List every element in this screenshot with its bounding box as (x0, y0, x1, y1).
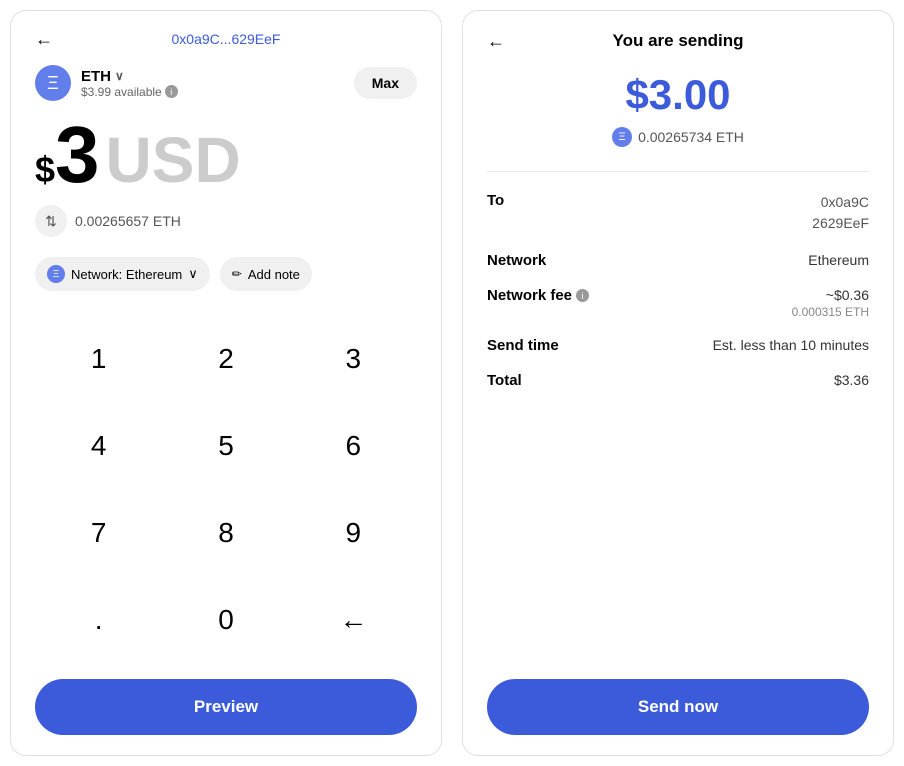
send-time-label: Send time (487, 337, 559, 354)
to-row: To 0x0a9C 2629EeF (487, 192, 869, 234)
add-note-button[interactable]: ✏ Add note (220, 257, 312, 291)
network-detail-value: Ethereum (808, 252, 869, 268)
total-label: Total (487, 372, 522, 389)
fee-label: Network fee (487, 287, 572, 304)
right-title: You are sending (613, 31, 744, 51)
amount-display: $ 3 USD (35, 115, 417, 195)
numpad-5[interactable]: 5 (162, 402, 289, 489)
numpad-9[interactable]: 9 (290, 489, 417, 576)
to-address-line2: 2629EeF (812, 213, 869, 234)
pencil-icon: ✏ (232, 267, 242, 281)
numpad-0[interactable]: 0 (162, 576, 289, 663)
sending-amount: $3.00 (487, 71, 869, 119)
token-name-label: ETH (81, 68, 111, 85)
amount-number: 3 (55, 115, 100, 195)
token-chevron-icon: ∨ (115, 69, 124, 83)
numpad: 1 2 3 4 5 6 7 8 9 . 0 ← (35, 315, 417, 663)
preview-button[interactable]: Preview (35, 679, 417, 735)
fee-row: Network fee i ~$0.36 0.000315 ETH (487, 287, 869, 319)
network-chevron-icon: ∨ (188, 266, 198, 282)
send-time-row: Send time Est. less than 10 minutes (487, 337, 869, 354)
options-row: Ξ Network: Ethereum ∨ ✏ Add note (35, 257, 417, 291)
network-detail-label: Network (487, 252, 546, 269)
divider (487, 171, 869, 172)
sending-usd: $3.00 (487, 71, 869, 119)
add-note-label: Add note (248, 267, 300, 282)
numpad-1[interactable]: 1 (35, 315, 162, 402)
numpad-backspace[interactable]: ← (290, 576, 417, 663)
fee-info-icon[interactable]: i (576, 289, 589, 302)
sending-eth-text: 0.00265734 ETH (638, 129, 744, 145)
numpad-6[interactable]: 6 (290, 402, 417, 489)
max-button[interactable]: Max (354, 67, 417, 99)
token-row: Ξ ETH ∨ $3.99 available i Max (35, 65, 417, 101)
fee-usd: ~$0.36 (792, 287, 869, 303)
total-row: Total $3.36 (487, 372, 869, 389)
network-row: Network Ethereum (487, 252, 869, 269)
numpad-7[interactable]: 7 (35, 489, 162, 576)
network-icon: Ξ (47, 265, 65, 283)
sending-eth-row: Ξ 0.00265734 ETH (487, 127, 869, 147)
numpad-2[interactable]: 2 (162, 315, 289, 402)
numpad-8[interactable]: 8 (162, 489, 289, 576)
dollar-sign: $ (35, 149, 55, 191)
to-address-line1: 0x0a9C (812, 192, 869, 213)
right-back-button[interactable]: ← (487, 31, 505, 52)
balance-info-icon[interactable]: i (165, 85, 178, 98)
currency-label: USD (106, 128, 241, 192)
to-address: 0x0a9C 2629EeF (812, 192, 869, 234)
left-back-button[interactable]: ← (35, 29, 53, 50)
send-now-button[interactable]: Send now (487, 679, 869, 735)
send-time-value: Est. less than 10 minutes (713, 337, 869, 353)
numpad-4[interactable]: 4 (35, 402, 162, 489)
left-header: ← 0x0a9C...629EeF (35, 31, 417, 47)
fee-eth: 0.000315 ETH (792, 305, 869, 319)
address-link[interactable]: 0x0a9C...629EeF (172, 31, 281, 47)
fee-value-col: ~$0.36 0.000315 ETH (792, 287, 869, 319)
network-label: Network: Ethereum (71, 267, 182, 282)
eth-equivalent-row: ⇅ 0.00265657 ETH (35, 205, 417, 237)
eth-mini-icon: Ξ (612, 127, 632, 147)
numpad-dot[interactable]: . (35, 576, 162, 663)
token-text: ETH ∨ $3.99 available i (81, 68, 178, 99)
fee-label-row: Network fee i (487, 287, 589, 304)
token-balance: $3.99 available i (81, 85, 178, 99)
right-header: ← You are sending (487, 31, 869, 51)
total-value: $3.36 (834, 372, 869, 388)
to-label: To (487, 192, 504, 209)
right-panel: ← You are sending $3.00 Ξ 0.00265734 ETH… (462, 10, 894, 756)
eth-token-icon: Ξ (35, 65, 71, 101)
left-panel: ← 0x0a9C...629EeF Ξ ETH ∨ $3.99 availabl… (10, 10, 442, 756)
eth-equiv-text: 0.00265657 ETH (75, 213, 181, 229)
token-name-row[interactable]: ETH ∨ (81, 68, 178, 85)
token-balance-text: $3.99 available (81, 85, 162, 99)
swap-button[interactable]: ⇅ (35, 205, 67, 237)
numpad-3[interactable]: 3 (290, 315, 417, 402)
token-info: Ξ ETH ∨ $3.99 available i (35, 65, 178, 101)
network-button[interactable]: Ξ Network: Ethereum ∨ (35, 257, 210, 291)
